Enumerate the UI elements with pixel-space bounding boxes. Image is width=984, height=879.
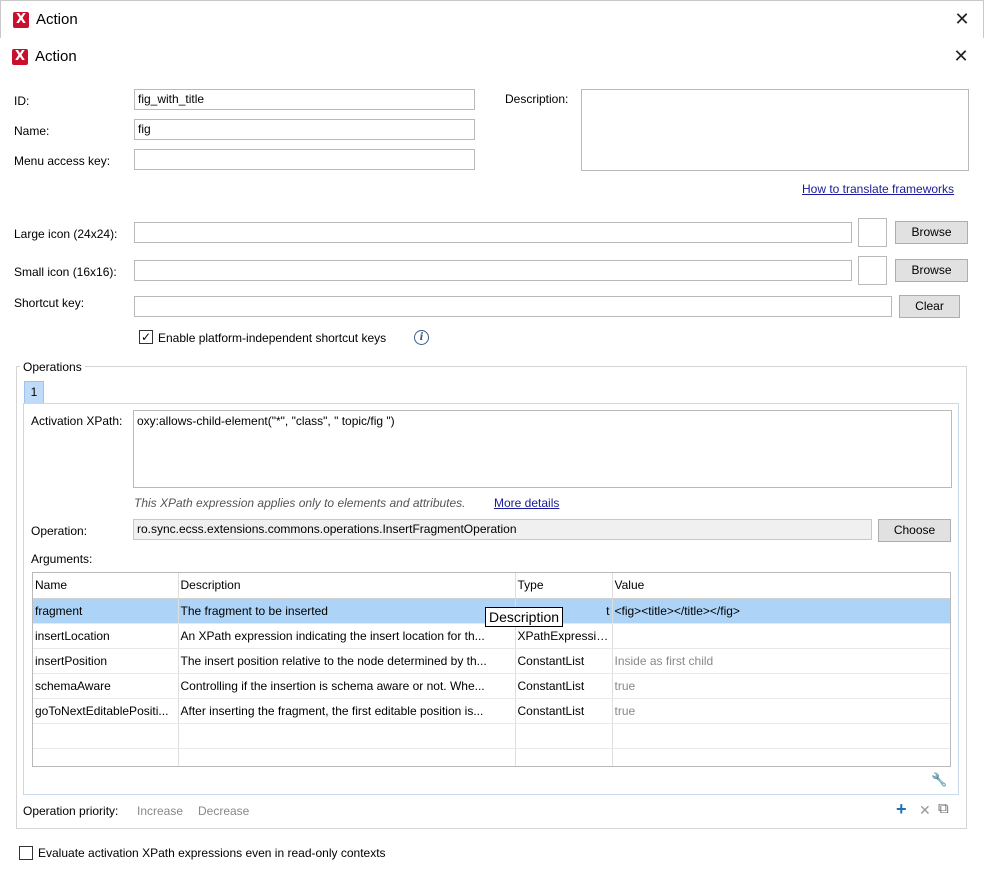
choose-operation-button[interactable]: Choose [878,519,951,542]
oxygen-app-icon: X [12,49,28,65]
table-row[interactable]: insertPosition The insert position relat… [33,648,950,674]
column-header-type[interactable]: Type [515,573,613,599]
shortcut-key-field[interactable] [134,296,892,317]
large-icon-label: Large icon (24x24): [14,227,118,241]
arg-name-cell[interactable]: goToNextEditablePositi... [33,698,179,724]
translate-frameworks-link[interactable]: How to translate frameworks [802,182,954,196]
operation-class-field: ro.sync.ecss.extensions.commons.operatio… [133,519,872,540]
arg-value-cell[interactable]: true [612,673,950,699]
table-row[interactable]: goToNextEditablePositi... After insertin… [33,698,950,724]
arg-type-cell[interactable]: ConstantList [515,673,613,699]
oxygen-app-icon: X [13,12,29,28]
remove-operation-icon[interactable]: ✕ [919,801,931,819]
readonly-context-label[interactable]: Evaluate activation XPath expressions ev… [38,846,386,860]
menu-access-key-label: Menu access key: [14,154,111,168]
arg-name-cell[interactable]: insertLocation [33,623,179,649]
large-icon-field[interactable] [134,222,852,243]
small-icon-browse-button[interactable]: Browse [895,259,968,282]
decrease-priority-button[interactable]: Decrease [198,804,249,818]
arg-name-cell[interactable]: fragment [33,598,179,624]
arg-value-cell[interactable]: true [612,698,950,724]
column-header-value[interactable]: Value [612,573,950,599]
table-row-empty [33,723,950,749]
wrench-icon[interactable]: 🔧 [931,772,947,788]
outer-close-icon[interactable]: ✕ [952,10,972,30]
small-icon-field[interactable] [134,260,852,281]
arg-name-cell[interactable]: insertPosition [33,648,179,674]
arg-description-cell[interactable]: After inserting the fragment, the first … [178,698,516,724]
arg-description-cell[interactable]: Controlling if the insertion is schema a… [178,673,516,699]
arguments-table: Name Description Type Value fragment The… [32,572,951,767]
shortcut-key-label: Shortcut key: [14,296,85,310]
small-icon-preview [858,256,887,285]
arg-type-cell[interactable]: ConstantList [515,648,613,674]
small-icon-label: Small icon (16x16): [14,265,117,279]
tab-operation-1[interactable]: 1 [24,381,44,403]
description-label: Description: [505,92,569,106]
arg-description-cell[interactable]: An XPath expression indicating the inser… [178,623,516,649]
description-tooltip: Description [485,607,564,627]
large-icon-browse-button[interactable]: Browse [895,221,968,244]
arg-value-cell[interactable]: Inside as first child [612,648,950,674]
outer-window-title: Action [36,11,78,28]
readonly-context-checkbox[interactable] [19,846,33,860]
name-field[interactable]: fig [134,119,475,140]
large-icon-preview [858,218,887,247]
add-operation-icon[interactable]: + [896,799,907,819]
platform-shortcut-checkbox[interactable]: ✓ [139,330,153,344]
id-label: ID: [14,94,30,108]
activation-xpath-field[interactable]: oxy:allows-child-element("*", "class", "… [133,410,952,488]
table-row-empty [33,748,950,766]
inner-window-title: Action [35,48,77,65]
id-field[interactable]: fig_with_title [134,89,475,110]
arguments-label: Arguments: [31,552,93,566]
description-field[interactable] [581,89,969,171]
arg-value-cell[interactable] [612,623,950,649]
outer-title-bar: X Action ✕ [0,0,984,38]
arg-description-cell[interactable]: The insert position relative to the node… [178,648,516,674]
column-header-description[interactable]: Description [178,573,516,599]
inner-close-icon[interactable]: ✕ [951,47,971,67]
info-icon[interactable]: i [414,330,429,345]
column-header-name[interactable]: Name [33,573,179,599]
inner-title-bar: X Action ✕ [0,38,984,76]
table-row[interactable]: schemaAware Controlling if the insertion… [33,673,950,699]
operations-group-label: Operations [20,360,85,374]
menu-access-key-field[interactable] [134,149,475,170]
operation-priority-label: Operation priority: [23,804,119,818]
arg-type-cell[interactable]: ConstantList [515,698,613,724]
operation-label: Operation: [31,524,88,538]
platform-shortcut-label[interactable]: Enable platform-independent shortcut key… [158,331,386,345]
table-header-row: Name Description Type Value [33,573,950,599]
increase-priority-button[interactable]: Increase [137,804,183,818]
arg-value-cell[interactable]: <fig><title></title></fig> [612,598,950,624]
arg-name-cell[interactable]: schemaAware [33,673,179,699]
copy-operation-icon[interactable]: ⧉ [938,800,949,818]
xpath-note: This XPath expression applies only to el… [134,496,466,510]
clear-shortcut-button[interactable]: Clear [899,295,960,318]
more-details-link[interactable]: More details [494,496,559,510]
activation-xpath-label: Activation XPath: [31,414,123,428]
name-label: Name: [14,124,50,138]
arg-description-cell[interactable]: The fragment to be inserted [178,598,516,624]
